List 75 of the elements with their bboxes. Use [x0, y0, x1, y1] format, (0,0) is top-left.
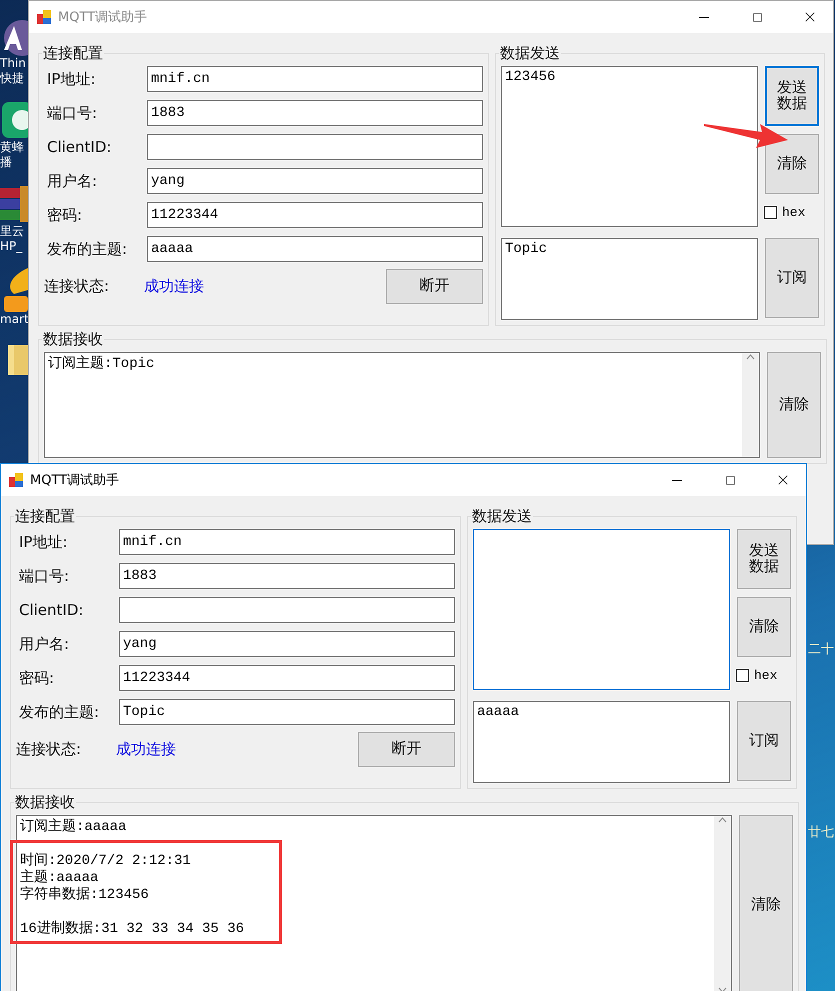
scroll-up-icon[interactable]	[718, 816, 727, 824]
topic-box[interactable]: aaaaa	[473, 701, 730, 783]
input-field[interactable]: 1883	[119, 563, 455, 589]
group-title: 数据发送	[499, 44, 561, 63]
field-label: 密码:	[19, 668, 56, 688]
input-field[interactable]: mnif.cn	[119, 529, 455, 555]
input-field[interactable]: yang	[147, 168, 483, 194]
window-title: MQTT调试助手	[58, 9, 148, 26]
field-label: 连接状态:	[44, 276, 110, 296]
field-label: 端口号:	[19, 566, 70, 586]
minimize-icon	[699, 16, 709, 18]
field-label: 用户名:	[47, 172, 98, 190]
receive-box: 订阅主题:Topic	[44, 352, 760, 458]
status-text: 成功连接	[116, 740, 177, 758]
archive-icon[interactable]	[0, 184, 28, 224]
app-icon	[37, 10, 51, 24]
icon-label: HP_	[0, 239, 22, 254]
icon-label: 黄蜂	[0, 140, 24, 155]
field-label: 发布的主题:	[47, 240, 128, 258]
group-title: 连接配置	[42, 44, 104, 63]
field-label: 连接状态:	[16, 740, 82, 758]
group-title: 数据接收	[42, 330, 104, 349]
field-label: 密码:	[47, 206, 84, 224]
field-label: ClientID:	[47, 138, 112, 156]
maximize-icon	[724, 474, 736, 486]
window-title: MQTT调试助手	[30, 472, 120, 489]
subscribe-button[interactable]: 订阅	[765, 238, 819, 318]
input-field[interactable]: yang	[119, 631, 455, 657]
scrollbar[interactable]	[742, 353, 759, 457]
clear-button[interactable]: 清除	[767, 352, 821, 458]
disconnect-button[interactable]: 断开	[358, 732, 455, 766]
input-field[interactable]: mnif.cn	[147, 66, 483, 92]
input-field[interactable]	[119, 597, 455, 623]
disconnect-button[interactable]: 断开	[386, 268, 483, 304]
calendar-text: 廿七	[808, 824, 834, 841]
maximize-icon	[752, 12, 762, 22]
hex-checkbox[interactable]	[764, 206, 777, 218]
scroll-up-icon[interactable]	[746, 353, 755, 361]
topic-box[interactable]: Topic	[501, 238, 758, 320]
status-text: 成功连接	[144, 276, 205, 296]
group-title: 数据接收	[14, 793, 76, 812]
field-label: 发布的主题:	[19, 702, 100, 722]
checkbox-label: hex	[754, 668, 778, 682]
field-label: 用户名:	[19, 634, 70, 654]
app-icon	[9, 473, 23, 487]
field-label: IP地址:	[47, 70, 97, 88]
input-field[interactable]: 1883	[147, 100, 483, 126]
input-field[interactable]: Topic	[119, 699, 455, 725]
checkbox-label: hex	[782, 204, 806, 220]
icon-label: mart	[0, 312, 29, 327]
input-field[interactable]: 11223344	[147, 202, 483, 228]
icon-label: 里云	[0, 224, 24, 239]
group-title: 数据发送	[471, 507, 533, 526]
field-label: ClientID:	[19, 601, 84, 619]
field-label: 端口号:	[47, 104, 98, 122]
send-button[interactable]: 发送数据	[737, 529, 791, 589]
icon-label: 播	[0, 155, 12, 170]
input-field[interactable]: aaaaa	[147, 236, 483, 262]
message-box[interactable]	[473, 529, 730, 690]
field-label: IP地址:	[19, 532, 69, 552]
hex-checkbox[interactable]	[736, 668, 749, 682]
player-icon[interactable]	[0, 100, 28, 140]
icon-label: Thin	[0, 56, 26, 71]
subscribe-button[interactable]: 订阅	[737, 701, 791, 781]
input-field[interactable]	[147, 134, 483, 160]
scrollbar[interactable]	[714, 816, 731, 991]
clear-button[interactable]: 清除	[765, 134, 819, 194]
send-button[interactable]: 发送数据	[765, 66, 819, 126]
calendar-text: 二十	[808, 641, 834, 658]
group-title: 连接配置	[14, 507, 76, 526]
input-field[interactable]: 11223344	[119, 665, 455, 691]
icon-label: 快捷	[0, 71, 24, 86]
clear-button[interactable]: 清除	[737, 597, 791, 657]
message-box[interactable]: 123456	[501, 66, 758, 227]
clear-button[interactable]: 清除	[739, 815, 793, 991]
